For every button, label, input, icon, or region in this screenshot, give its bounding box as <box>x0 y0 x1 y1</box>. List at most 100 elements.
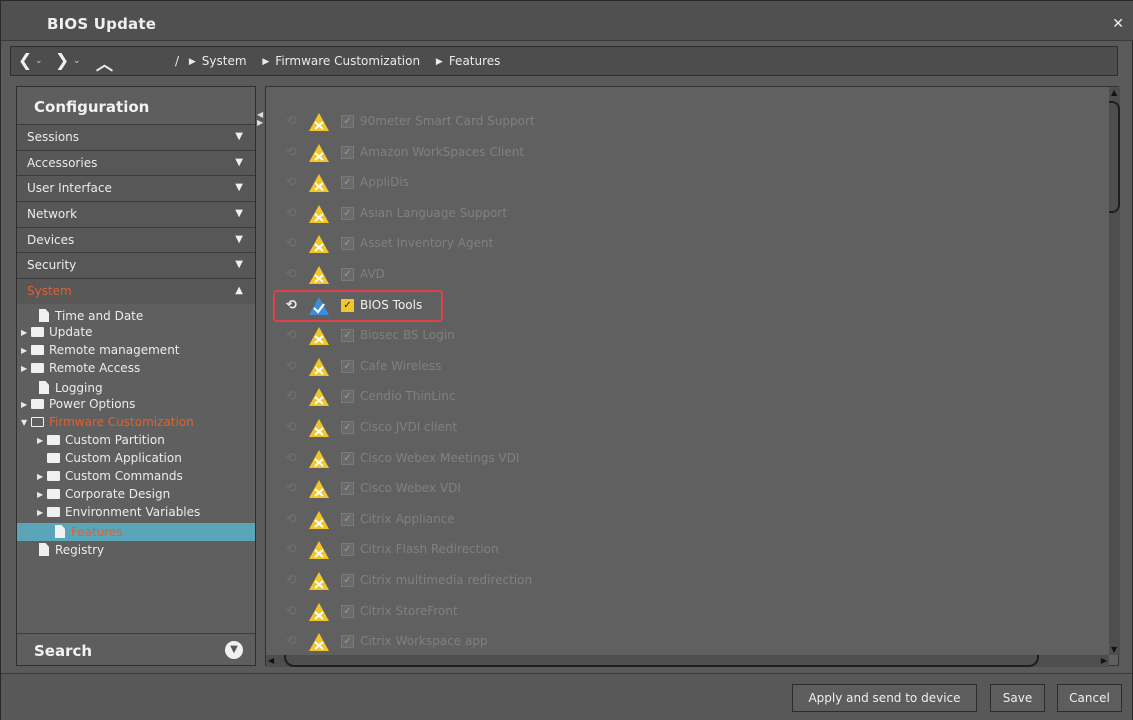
expand-icon: ▶ <box>21 364 28 373</box>
tree-item-registry[interactable]: Registry <box>39 541 104 559</box>
reset-icon[interactable]: ⟲ <box>286 175 300 190</box>
reset-icon[interactable]: ⟲ <box>286 359 300 374</box>
scrollbar-thumb[interactable] <box>1109 101 1120 213</box>
reset-icon[interactable]: ⟲ <box>286 236 300 251</box>
breadcrumb-features[interactable]: ▶ Features <box>436 54 507 68</box>
back-history-caret-icon[interactable]: ⌄ <box>35 56 43 66</box>
panel-collapse-handle[interactable]: ◀ ▶ <box>257 111 263 127</box>
navigation-bar: ❮ ⌄ ❯ ⌄ ︿ / ▶ System ▶ Firmware Customizat… <box>10 46 1118 76</box>
folder-icon <box>47 471 60 481</box>
category-network[interactable]: Network ▼ <box>17 201 255 227</box>
horizontal-scrollbar[interactable]: ◀ ▶ <box>266 655 1109 667</box>
feature-checkbox[interactable]: ✓ <box>341 268 354 281</box>
feature-checkbox[interactable]: ✓ <box>341 206 354 220</box>
category-system[interactable]: System ▲ <box>17 278 255 304</box>
feature-checkbox[interactable]: ✓ <box>341 359 354 373</box>
category-accessories[interactable]: Accessories ▼ <box>17 149 255 176</box>
feature-checkbox[interactable]: ✓ <box>341 176 354 190</box>
collapse-icon: ▼ <box>21 418 28 427</box>
tree-item-custom-application[interactable]: Custom Application <box>47 451 182 469</box>
forward-history-caret-icon[interactable]: ⌄ <box>73 56 81 66</box>
triangle-down-icon: ▼ <box>235 233 243 245</box>
tree-item-remote-access[interactable]: ▶ Remote Access <box>21 361 140 379</box>
reset-icon[interactable]: ⟲ <box>286 604 300 619</box>
reset-icon[interactable]: ⟲ <box>286 267 300 282</box>
feature-checkbox[interactable]: ✓ <box>341 145 354 159</box>
reset-icon[interactable]: ⟲ <box>286 481 300 496</box>
feature-checkbox[interactable]: ✓ <box>341 451 354 465</box>
warning-icon <box>308 479 330 499</box>
feature-label: Citrix Appliance <box>360 511 455 526</box>
tree-item-custom-commands[interactable]: ▶ Custom Commands <box>37 469 183 487</box>
triangle-down-icon: ▼ <box>235 182 243 194</box>
category-sessions[interactable]: Sessions ▼ <box>17 124 255 150</box>
chevron-right-icon[interactable]: ❯ <box>55 51 69 71</box>
tree-item-corporate-design[interactable]: ▶ Corporate Design <box>37 487 170 505</box>
chevron-up-icon[interactable]: ︿ <box>96 50 113 75</box>
close-icon[interactable]: ✕ <box>1112 16 1124 32</box>
reset-icon[interactable]: ⟲ <box>286 328 300 343</box>
folder-icon <box>31 345 44 355</box>
breadcrumb-root[interactable]: / <box>175 54 179 68</box>
reset-icon[interactable]: ⟲ <box>286 451 300 466</box>
category-security[interactable]: Security ▼ <box>17 252 255 279</box>
warning-icon <box>308 112 330 132</box>
tree-item-features[interactable]: Features <box>55 523 123 541</box>
reset-icon[interactable]: ⟲ <box>286 542 300 557</box>
tree-item-remote-management[interactable]: ▶ Remote management <box>21 343 180 361</box>
reset-icon[interactable]: ⟲ <box>286 634 300 649</box>
tree-item-firmware-customization[interactable]: ▼ Firmware Customization <box>21 415 194 433</box>
warning-icon <box>308 357 330 377</box>
expand-icon: ▶ <box>37 436 44 445</box>
search-section[interactable]: Search ▼ <box>17 633 255 665</box>
feature-checkbox[interactable]: ✓ <box>341 421 354 434</box>
tree-item-power-options[interactable]: ▶ Power Options <box>21 397 135 415</box>
feature-checkbox[interactable]: ✓ <box>341 543 354 557</box>
tree-item-logging[interactable]: Logging <box>39 379 103 397</box>
reset-icon[interactable]: ⟲ <box>286 389 300 404</box>
feature-checkbox[interactable]: ✓ <box>341 604 354 618</box>
scrollbar-thumb[interactable] <box>284 655 1039 667</box>
save-button[interactable]: Save <box>990 684 1045 712</box>
category-devices[interactable]: Devices ▼ <box>17 226 255 253</box>
scroll-left-icon[interactable]: ◀ <box>268 656 274 665</box>
tree-item-custom-partition[interactable]: ▶ Custom Partition <box>37 433 165 451</box>
tree-selection-highlight <box>17 523 255 541</box>
feature-checkbox[interactable]: ✓ <box>341 635 354 649</box>
feature-label: Amazon WorkSpaces Client <box>360 144 525 159</box>
chevron-left-icon[interactable]: ❮ <box>18 51 32 71</box>
tree-item-update[interactable]: ▶ Update <box>21 325 92 343</box>
feature-checkbox[interactable]: ✓ <box>341 237 354 251</box>
feature-checkbox[interactable]: ✓ <box>341 329 354 343</box>
scroll-up-icon[interactable]: ▲ <box>1111 88 1117 97</box>
triangle-down-icon: ▼ <box>235 259 243 271</box>
feature-label: Citrix Workspace app <box>360 634 488 649</box>
title-bar[interactable]: BIOS Update ✕ <box>1 1 1133 41</box>
triangle-down-icon: ▼ <box>235 156 243 168</box>
chevron-down-circle-icon[interactable]: ▼ <box>225 641 243 659</box>
vertical-scrollbar[interactable]: ▲ ▼ <box>1109 87 1120 655</box>
reset-icon[interactable]: ⟲ <box>286 114 300 129</box>
reset-icon[interactable]: ⟲ <box>286 573 300 588</box>
reset-icon[interactable]: ⟲ <box>286 420 300 435</box>
warning-icon <box>308 143 330 163</box>
folder-icon <box>47 489 60 499</box>
tree-item-time-and-date[interactable]: Time and Date <box>39 307 143 325</box>
category-user-interface[interactable]: User Interface ▼ <box>17 175 255 202</box>
feature-checkbox[interactable]: ✓ <box>341 390 354 404</box>
feature-checkbox[interactable]: ✓ <box>341 512 354 526</box>
apply-and-send-button[interactable]: Apply and send to device <box>792 684 977 712</box>
feature-checkbox[interactable]: ✓ <box>341 574 354 587</box>
reset-icon[interactable]: ⟲ <box>286 206 300 221</box>
reset-icon[interactable]: ⟲ <box>286 145 300 160</box>
reset-icon[interactable]: ⟲ <box>286 512 300 527</box>
feature-checkbox[interactable]: ✓ <box>341 115 354 128</box>
tree-item-environment-variables[interactable]: ▶ Environment Variables <box>37 505 200 523</box>
breadcrumb-system[interactable]: ▶ System <box>189 54 253 68</box>
scroll-down-icon[interactable]: ▼ <box>1111 645 1117 654</box>
cancel-button[interactable]: Cancel <box>1057 684 1122 712</box>
breadcrumb-firmware-customization[interactable]: ▶ Firmware Customization <box>262 54 426 68</box>
scroll-right-icon[interactable]: ▶ <box>1101 656 1107 665</box>
feature-label: Cafe Wireless <box>360 358 442 373</box>
feature-checkbox[interactable]: ✓ <box>341 482 354 496</box>
